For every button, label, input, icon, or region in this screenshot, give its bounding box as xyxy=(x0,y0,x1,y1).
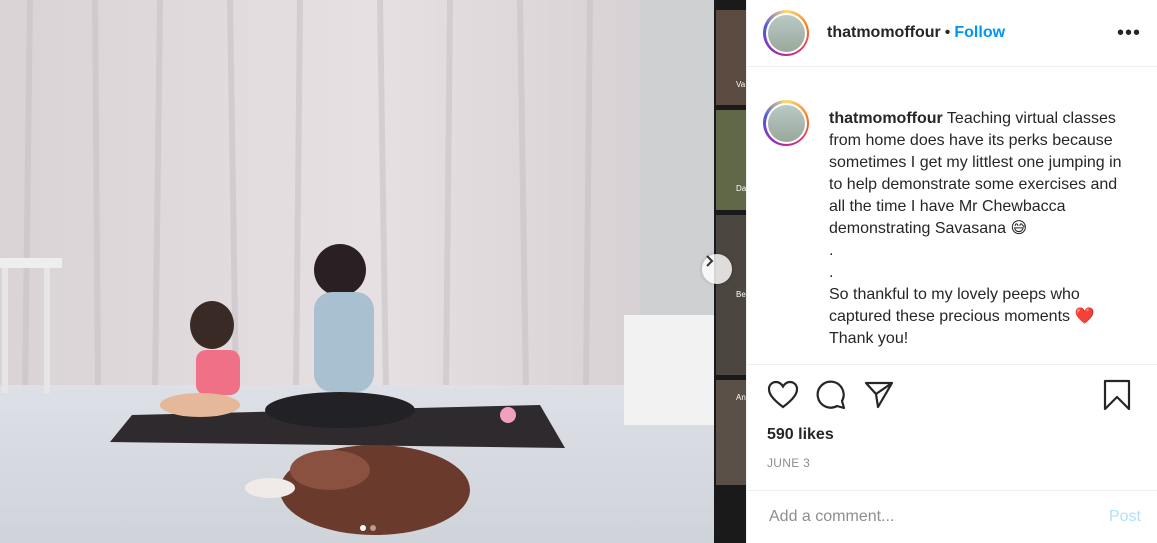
carousel-dot-active xyxy=(360,525,366,531)
likes-count[interactable]: 590 likes xyxy=(747,411,1157,444)
zoom-tile-label: An xyxy=(736,393,746,402)
post-photo xyxy=(0,0,746,543)
bookmark-icon[interactable] xyxy=(1103,379,1131,411)
post-side-panel: thatmomoffour • Follow ••• thatmomoffour… xyxy=(746,0,1157,543)
zoom-tile-label: Da xyxy=(736,184,746,193)
comment-bar: Post xyxy=(747,490,1157,543)
chevron-right-icon xyxy=(706,255,714,267)
zoom-tile-label: Va xyxy=(736,80,746,89)
comment-input[interactable] xyxy=(767,507,1109,527)
carousel-dot xyxy=(370,525,376,531)
more-options-icon[interactable]: ••• xyxy=(1117,22,1141,45)
caption-username[interactable]: thatmomoffour xyxy=(829,110,943,127)
post-comment-button[interactable]: Post xyxy=(1109,508,1141,526)
avatar[interactable] xyxy=(763,10,809,56)
post-header: thatmomoffour • Follow ••• xyxy=(747,0,1157,67)
carousel-indicator xyxy=(360,525,376,531)
post-date[interactable]: JUNE 3 xyxy=(747,444,1157,470)
follow-button[interactable]: Follow xyxy=(954,24,1005,42)
header-username[interactable]: thatmomoffour xyxy=(827,24,941,42)
share-icon[interactable] xyxy=(863,380,895,410)
action-bar xyxy=(747,365,1157,411)
post-actions-section: 590 likes JUNE 3 xyxy=(747,364,1157,470)
zoom-tile-label: Be xyxy=(736,290,746,299)
caption-body: Teaching virtual classes from home does … xyxy=(829,110,1122,347)
comment-icon[interactable] xyxy=(815,379,847,411)
carousel-next-button[interactable] xyxy=(702,254,732,284)
header-separator: • xyxy=(944,24,951,41)
heart-icon[interactable] xyxy=(767,380,799,410)
caption: thatmomoffour Teaching virtual classes f… xyxy=(829,108,1129,363)
caption-area: thatmomoffour Teaching virtual classes f… xyxy=(763,78,1141,363)
post-media[interactable]: Va Da Be An xyxy=(0,0,746,543)
caption-avatar[interactable] xyxy=(763,100,809,146)
